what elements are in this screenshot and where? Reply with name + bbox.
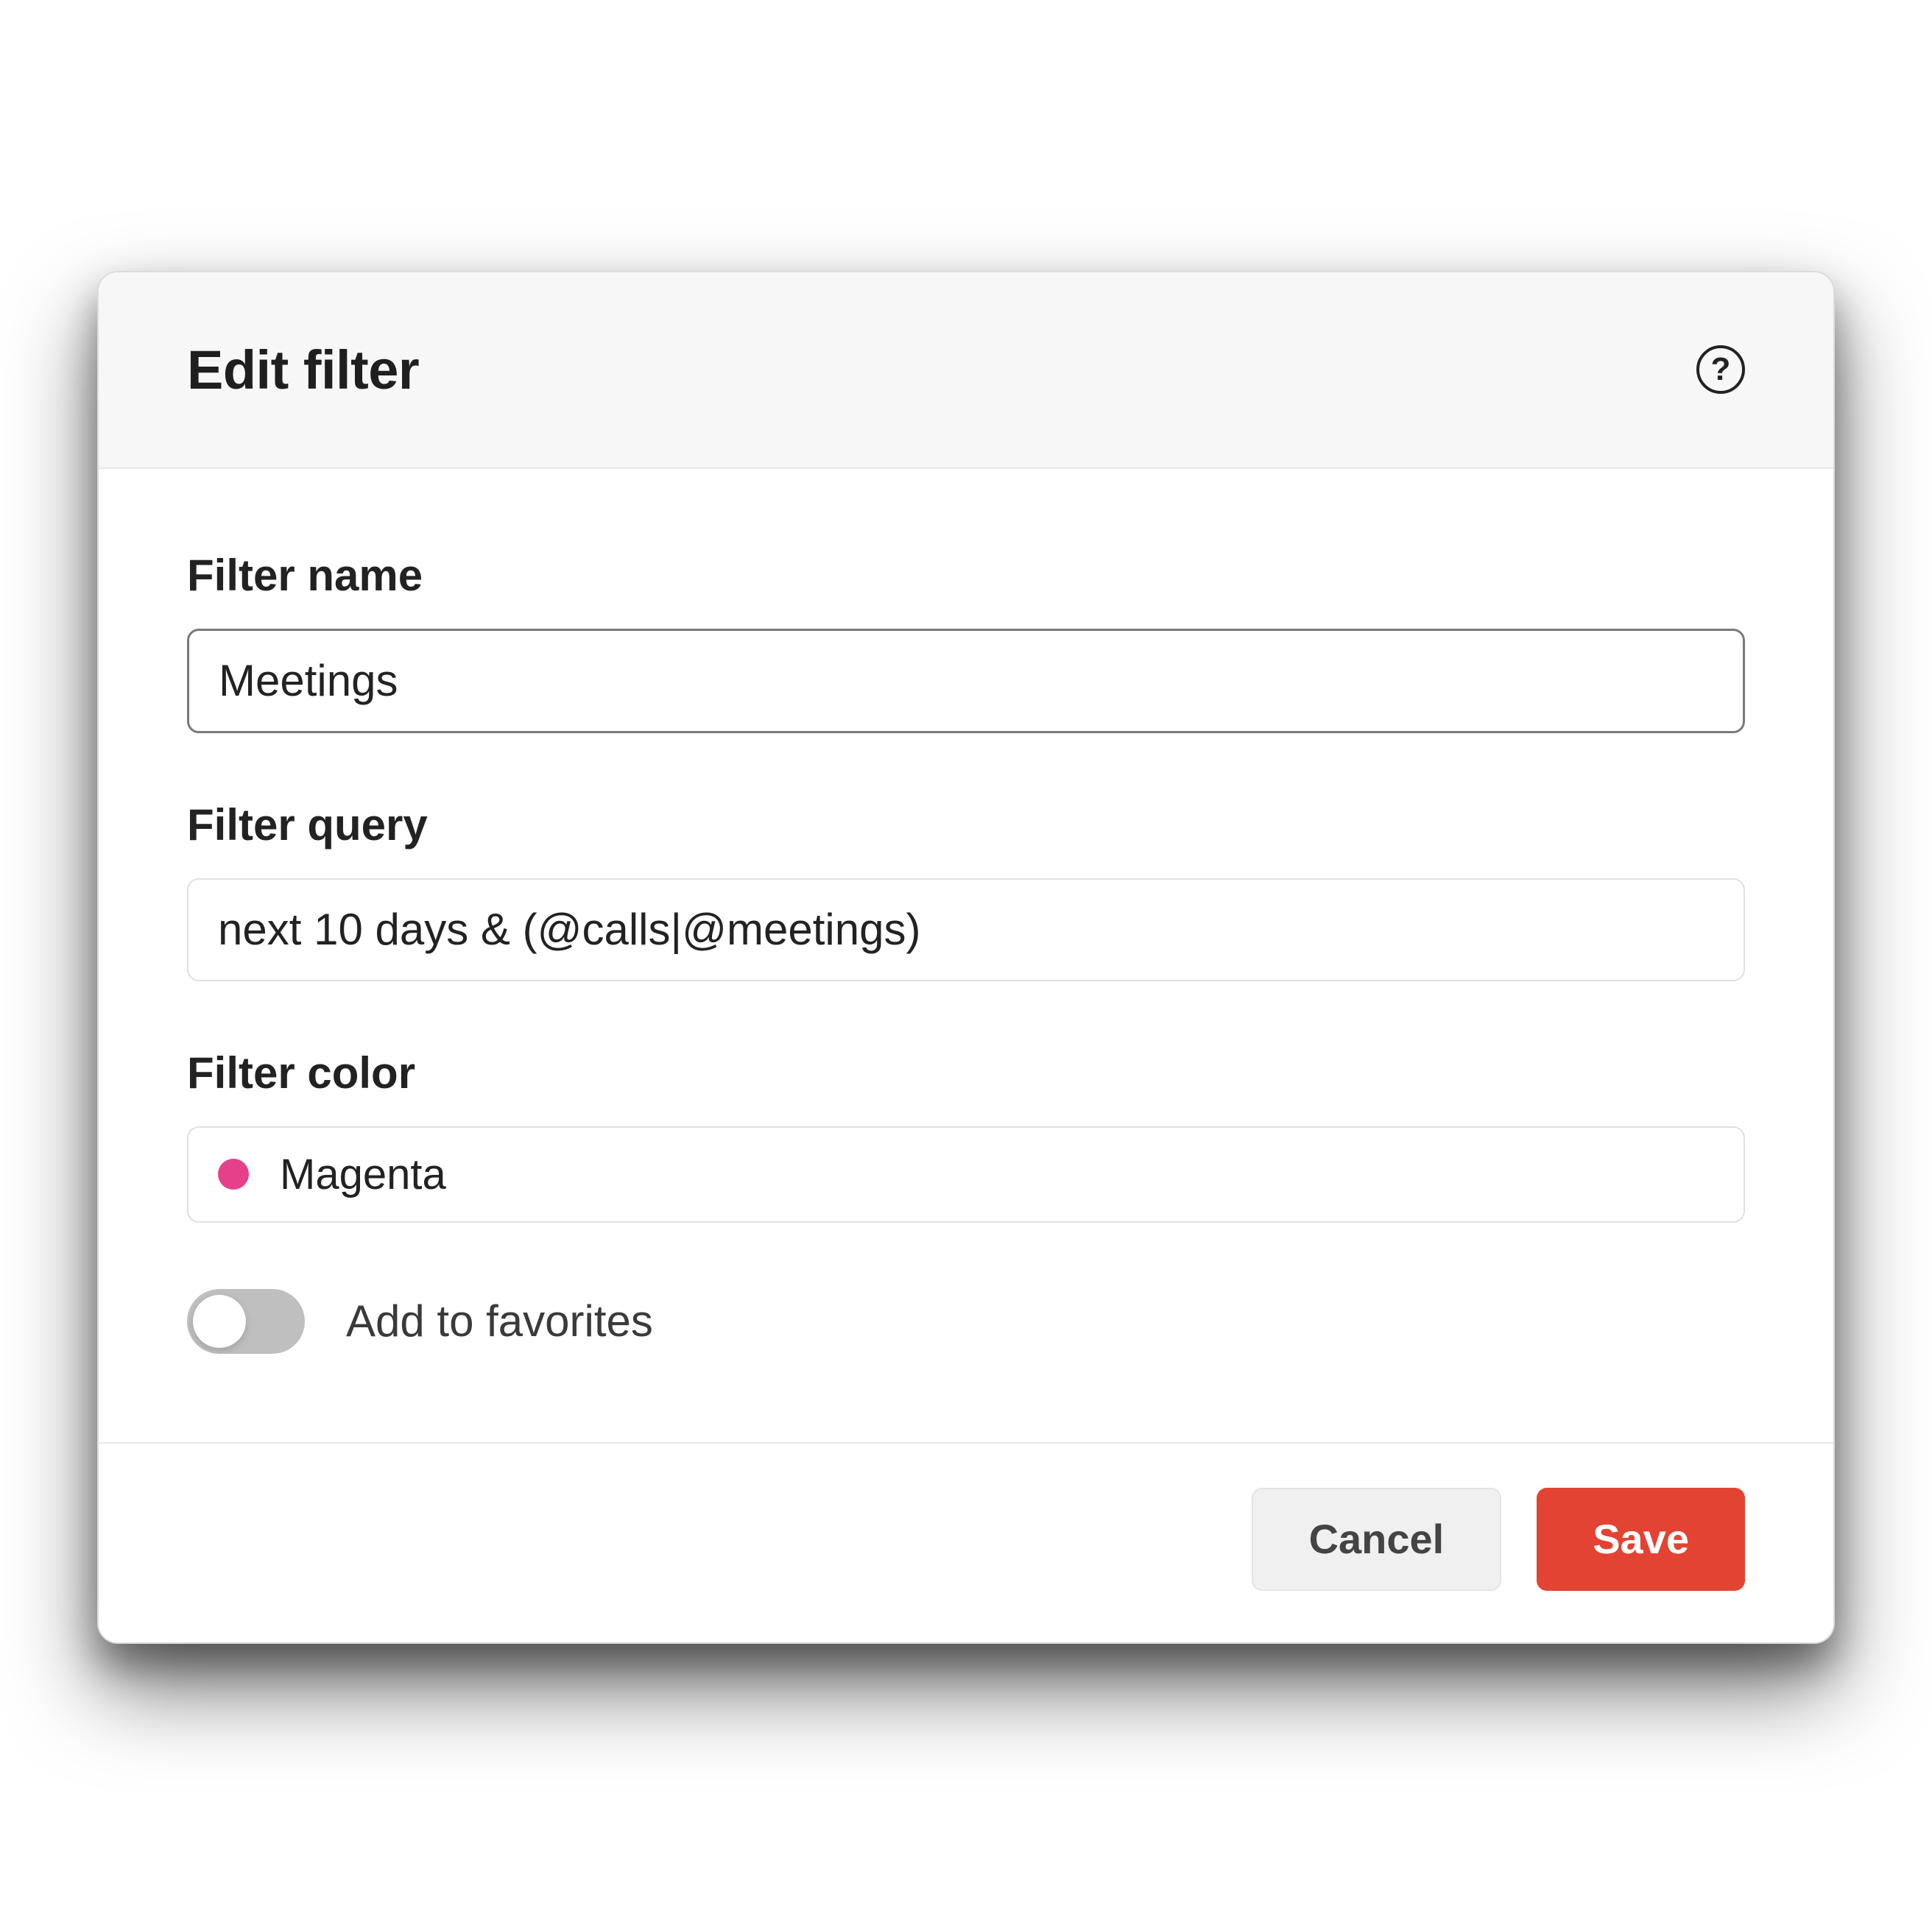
filter-name-group: Filter name (187, 550, 1745, 733)
filter-query-input[interactable] (187, 878, 1745, 981)
filter-color-group: Filter color Magenta (187, 1048, 1745, 1223)
color-swatch-icon (218, 1159, 249, 1190)
toggle-knob-icon (193, 1295, 246, 1348)
filter-color-label: Filter color (187, 1048, 1745, 1098)
favorites-toggle[interactable] (187, 1289, 305, 1354)
filter-color-selected-name: Magenta (280, 1150, 446, 1199)
dialog-body: Filter name Filter query Filter color Ma… (99, 469, 1833, 1442)
filter-name-label: Filter name (187, 550, 1745, 601)
filter-query-label: Filter query (187, 799, 1745, 850)
help-icon-glyph: ? (1711, 351, 1731, 388)
dialog-header: Edit filter ? (99, 272, 1833, 469)
cancel-button[interactable]: Cancel (1252, 1488, 1502, 1591)
favorites-row: Add to favorites (187, 1289, 1745, 1354)
dialog-title: Edit filter (187, 339, 419, 401)
filter-name-input[interactable] (187, 629, 1745, 733)
dialog-footer: Cancel Save (99, 1442, 1833, 1642)
filter-query-group: Filter query (187, 799, 1745, 981)
save-button[interactable]: Save (1537, 1488, 1745, 1591)
favorites-toggle-label: Add to favorites (346, 1296, 653, 1346)
help-icon[interactable]: ? (1696, 345, 1745, 394)
edit-filter-dialog: Edit filter ? Filter name Filter query F… (97, 271, 1835, 1644)
filter-color-select[interactable]: Magenta (187, 1126, 1745, 1223)
